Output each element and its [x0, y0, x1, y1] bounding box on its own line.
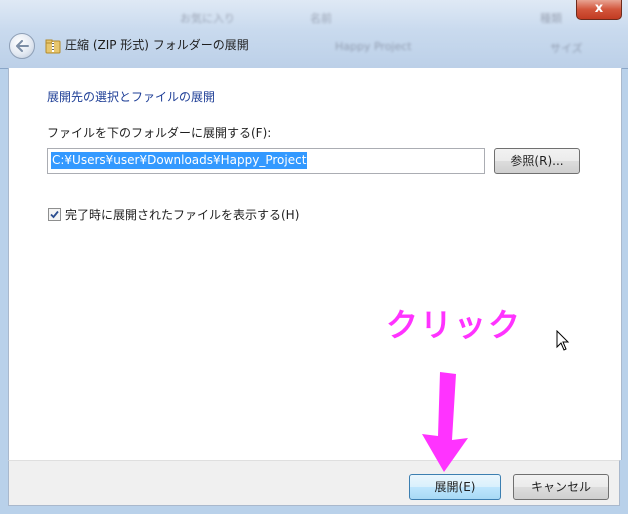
- show-files-checkbox[interactable]: [48, 208, 61, 221]
- close-icon: x: [594, 1, 604, 16]
- mouse-cursor-icon: [556, 330, 570, 351]
- background-window-blur: お気に入り 名前 Happy Project 種類 サイズ: [150, 0, 628, 66]
- wizard-footer: 展開(E) キャンセル: [8, 460, 620, 506]
- path-value: C:¥Users¥user¥Downloads¥Happy_Project: [51, 152, 308, 169]
- blur-text-2: 名前: [310, 12, 332, 25]
- blur-text-3: Happy Project: [335, 40, 412, 53]
- wizard-content: 展開先の選択とファイルの展開 ファイルを下のフォルダーに展開する(F): C:¥…: [8, 68, 622, 460]
- window-title: 圧縮 (ZIP 形式) フォルダーの展開: [65, 38, 249, 52]
- wizard-heading: 展開先の選択とファイルの展開: [47, 90, 216, 104]
- blur-text-1: お気に入り: [180, 12, 235, 25]
- checkmark-icon: [50, 210, 59, 219]
- destination-path-input[interactable]: C:¥Users¥user¥Downloads¥Happy_Project: [47, 148, 485, 174]
- show-files-label[interactable]: 完了時に展開されたファイルを表示する(H): [65, 206, 299, 223]
- click-annotation: クリック: [386, 306, 523, 344]
- extract-button[interactable]: 展開(E): [409, 474, 501, 500]
- close-button[interactable]: x: [576, 0, 622, 20]
- blur-text-4: 種類: [540, 12, 562, 25]
- back-button[interactable]: [9, 33, 35, 59]
- blur-text-5: サイズ: [550, 42, 583, 55]
- down-arrow-icon: [422, 372, 468, 472]
- zip-folder-icon: [45, 39, 61, 54]
- back-arrow-icon: [16, 40, 29, 52]
- path-label: ファイルを下のフォルダーに展開する(F):: [47, 126, 272, 140]
- title-bar: お気に入り 名前 Happy Project 種類 サイズ x 圧縮 (ZIP …: [0, 0, 628, 69]
- cancel-button[interactable]: キャンセル: [513, 474, 609, 500]
- browse-button[interactable]: 参照(R)...: [494, 148, 580, 174]
